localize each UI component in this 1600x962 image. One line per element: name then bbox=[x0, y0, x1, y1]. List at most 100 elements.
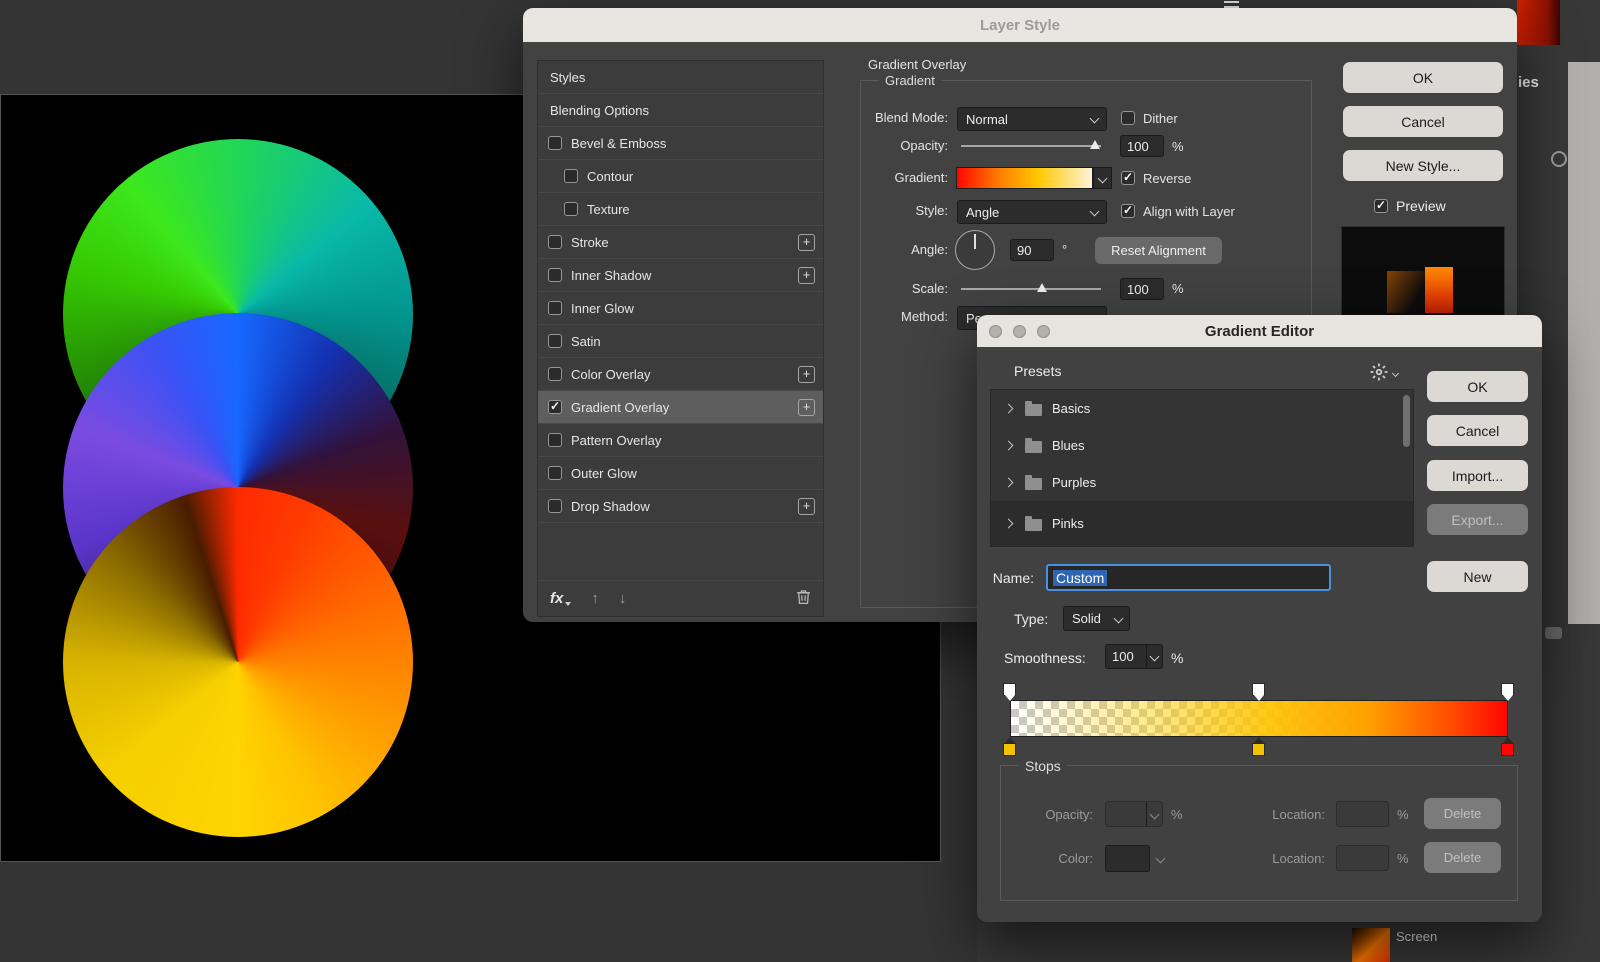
inner-shadow-checkbox[interactable] bbox=[548, 268, 562, 282]
list-item-satin[interactable]: Satin bbox=[538, 325, 823, 358]
disclosure-chevron-icon[interactable] bbox=[1003, 440, 1014, 451]
add-gradient-overlay-button[interactable] bbox=[798, 399, 815, 416]
editor-ok-button[interactable]: OK bbox=[1427, 371, 1528, 402]
type-dropdown[interactable]: Solid bbox=[1063, 606, 1130, 631]
preset-folder-purples[interactable]: Purples bbox=[991, 464, 1413, 501]
close-window-icon[interactable] bbox=[989, 325, 1002, 338]
list-item-stroke[interactable]: Stroke bbox=[538, 226, 823, 259]
scale-input[interactable]: 100 bbox=[1120, 278, 1164, 300]
stop-opacity-location-input[interactable] bbox=[1336, 801, 1389, 827]
smoothness-chevron[interactable] bbox=[1146, 645, 1162, 668]
list-item-contour[interactable]: Contour bbox=[538, 160, 823, 193]
opacity-slider-thumb[interactable] bbox=[1090, 140, 1101, 149]
color-overlay-checkbox[interactable] bbox=[548, 367, 562, 381]
color-stop-middle[interactable] bbox=[1252, 737, 1265, 756]
dither-label: Dither bbox=[1143, 111, 1178, 126]
bevel-checkbox[interactable] bbox=[548, 136, 562, 150]
list-item-gradient-overlay[interactable]: Gradient Overlay bbox=[538, 391, 823, 424]
stop-opacity-combo[interactable] bbox=[1105, 801, 1163, 827]
opacity-slider[interactable] bbox=[961, 140, 1101, 149]
scale-unit: % bbox=[1172, 281, 1184, 296]
reset-alignment-button[interactable]: Reset Alignment bbox=[1095, 237, 1222, 264]
inner-glow-checkbox[interactable] bbox=[548, 301, 562, 315]
pattern-overlay-checkbox[interactable] bbox=[548, 433, 562, 447]
panel-resize-nub[interactable] bbox=[1545, 627, 1562, 639]
list-item-texture[interactable]: Texture bbox=[538, 193, 823, 226]
gradient-name-input[interactable]: Custom bbox=[1046, 564, 1331, 591]
presets-list: Basics Blues Purples Pinks bbox=[990, 389, 1414, 547]
outer-glow-checkbox[interactable] bbox=[548, 466, 562, 480]
add-color-overlay-button[interactable] bbox=[798, 366, 815, 383]
contour-checkbox[interactable] bbox=[564, 169, 578, 183]
list-item-outer-glow[interactable]: Outer Glow bbox=[538, 457, 823, 490]
export-button[interactable]: Export... bbox=[1427, 504, 1528, 535]
dither-checkbox[interactable] bbox=[1121, 111, 1135, 125]
list-item-inner-glow[interactable]: Inner Glow bbox=[538, 292, 823, 325]
preset-folder-pinks[interactable]: Pinks bbox=[991, 501, 1413, 546]
style-dropdown[interactable]: Angle bbox=[957, 200, 1107, 224]
smoothness-combo[interactable]: 100 bbox=[1105, 644, 1163, 669]
presets-menu-chevron-icon[interactable] bbox=[1391, 369, 1400, 378]
gradient-picker-chevron[interactable] bbox=[1093, 167, 1112, 189]
import-button[interactable]: Import... bbox=[1427, 460, 1528, 491]
list-item-drop-shadow[interactable]: Drop Shadow bbox=[538, 490, 823, 523]
list-item-blending-options[interactable]: Blending Options bbox=[538, 94, 823, 127]
cancel-button[interactable]: Cancel bbox=[1343, 106, 1503, 137]
editor-cancel-button[interactable]: Cancel bbox=[1427, 415, 1528, 446]
scale-slider-thumb[interactable] bbox=[1037, 283, 1048, 292]
libraries-tab-partial[interactable]: ies bbox=[1518, 74, 1539, 91]
layers-blend-mode-value[interactable]: Screen bbox=[1396, 929, 1437, 944]
angle-input[interactable]: 90 bbox=[1010, 239, 1054, 261]
preview-checkbox[interactable] bbox=[1374, 198, 1388, 213]
reverse-checkbox[interactable] bbox=[1121, 170, 1135, 185]
gradient-circle-red-yellow bbox=[63, 487, 413, 837]
list-item-pattern-overlay[interactable]: Pattern Overlay bbox=[538, 424, 823, 457]
drop-shadow-checkbox[interactable] bbox=[548, 499, 562, 513]
opacity-input[interactable]: 100 bbox=[1120, 135, 1164, 157]
opacity-stop-right[interactable] bbox=[1501, 683, 1514, 701]
move-up-icon[interactable]: ↑ bbox=[591, 590, 599, 607]
list-item-color-overlay[interactable]: Color Overlay bbox=[538, 358, 823, 391]
preset-folder-basics[interactable]: Basics bbox=[991, 390, 1413, 427]
texture-checkbox[interactable] bbox=[564, 202, 578, 216]
delete-color-stop-button[interactable]: Delete bbox=[1424, 842, 1501, 873]
presets-gear-icon[interactable] bbox=[1370, 363, 1388, 386]
disclosure-chevron-icon[interactable] bbox=[1003, 477, 1014, 488]
opacity-stop-middle[interactable] bbox=[1252, 683, 1265, 701]
fx-icon[interactable]: fx bbox=[550, 590, 563, 607]
zoom-window-icon[interactable] bbox=[1037, 325, 1050, 338]
gradient-preview-strip[interactable] bbox=[956, 167, 1093, 189]
align-with-layer-checkbox[interactable] bbox=[1121, 203, 1135, 218]
new-style-button[interactable]: New Style... bbox=[1343, 150, 1503, 181]
opacity-stop-left[interactable] bbox=[1003, 683, 1016, 701]
layer-style-titlebar[interactable]: Layer Style bbox=[523, 8, 1517, 42]
gradient-editor-titlebar[interactable]: Gradient Editor bbox=[977, 315, 1542, 347]
angle-unit: ° bbox=[1062, 242, 1068, 257]
disclosure-chevron-icon[interactable] bbox=[1003, 403, 1014, 414]
gradient-overlay-checkbox[interactable] bbox=[548, 399, 562, 414]
color-stop-right[interactable] bbox=[1501, 737, 1514, 756]
blend-mode-dropdown[interactable]: Normal bbox=[957, 107, 1107, 131]
satin-checkbox[interactable] bbox=[548, 334, 562, 348]
disclosure-chevron-icon[interactable] bbox=[1003, 518, 1014, 529]
list-item-bevel-emboss[interactable]: Bevel & Emboss bbox=[538, 127, 823, 160]
list-item-inner-shadow[interactable]: Inner Shadow bbox=[538, 259, 823, 292]
color-stop-left[interactable] bbox=[1003, 737, 1016, 756]
presets-scrollbar[interactable] bbox=[1403, 395, 1410, 447]
stop-color-location-input[interactable] bbox=[1336, 845, 1389, 871]
move-down-icon[interactable]: ↓ bbox=[619, 590, 627, 607]
scale-slider[interactable] bbox=[961, 283, 1101, 292]
preset-folder-blues[interactable]: Blues bbox=[991, 427, 1413, 464]
delete-opacity-stop-button[interactable]: Delete bbox=[1424, 798, 1501, 829]
delete-style-trash-icon[interactable] bbox=[796, 588, 811, 610]
stroke-checkbox[interactable] bbox=[548, 235, 562, 249]
angle-dial[interactable] bbox=[955, 230, 995, 270]
gradient-edit-strip[interactable] bbox=[1010, 700, 1508, 737]
stop-color-swatch[interactable] bbox=[1105, 845, 1150, 872]
list-item-styles[interactable]: Styles bbox=[538, 61, 823, 94]
ok-button[interactable]: OK bbox=[1343, 62, 1503, 93]
new-gradient-button[interactable]: New bbox=[1427, 561, 1528, 592]
add-drop-shadow-button[interactable] bbox=[798, 498, 815, 515]
layer-thumbnail[interactable] bbox=[1352, 928, 1390, 962]
minimize-window-icon[interactable] bbox=[1013, 325, 1026, 338]
